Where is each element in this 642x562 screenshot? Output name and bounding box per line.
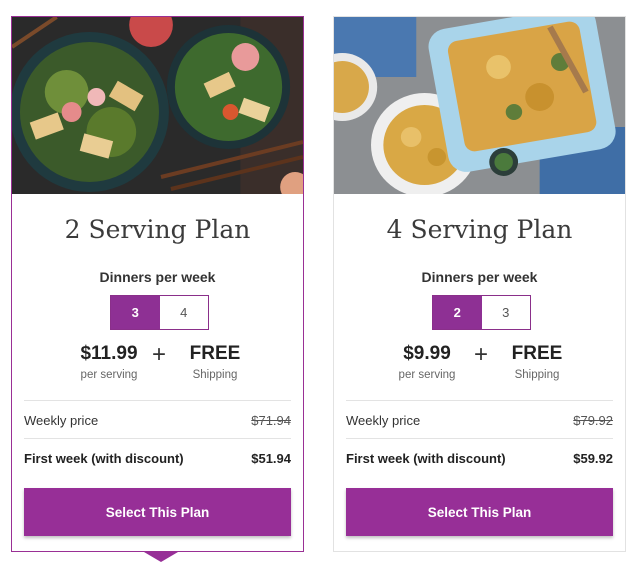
first-week-value: $59.92 bbox=[573, 450, 613, 466]
price-row: $11.99 per serving + FREE Shipping bbox=[12, 341, 303, 383]
selected-pointer-icon bbox=[144, 552, 178, 562]
weekly-price-label: Weekly price bbox=[24, 412, 99, 428]
price-row: $9.99 per serving + FREE Shipping bbox=[334, 341, 625, 383]
price-caption: per serving bbox=[80, 369, 138, 381]
first-week-value: $51.94 bbox=[251, 450, 291, 466]
price-per-serving: $9.99 per serving bbox=[390, 343, 464, 381]
plus-sign: + bbox=[474, 341, 489, 368]
price-per-serving: $11.99 per serving bbox=[68, 343, 150, 381]
dinners-toggle: 3 4 bbox=[110, 295, 209, 330]
price-value: $11.99 bbox=[80, 343, 138, 364]
price-value: $9.99 bbox=[403, 343, 451, 364]
first-week-row: First week (with discount) $59.92 bbox=[346, 438, 613, 477]
shipping-caption: Shipping bbox=[514, 369, 560, 381]
first-week-row: First week (with discount) $51.94 bbox=[24, 438, 291, 477]
plus-sign: + bbox=[152, 341, 167, 368]
dinners-option-2[interactable]: 2 bbox=[433, 296, 482, 329]
shipping-caption: Shipping bbox=[192, 369, 238, 381]
pasta-casserole-photo bbox=[334, 17, 625, 194]
dinners-option-3[interactable]: 3 bbox=[111, 296, 160, 329]
shipping-value: FREE bbox=[511, 343, 563, 364]
shipping-value: FREE bbox=[189, 343, 241, 364]
select-plan-button[interactable]: Select This Plan bbox=[24, 488, 291, 536]
first-week-label: First week (with discount) bbox=[346, 450, 506, 466]
weekly-price-row: Weekly price $79.92 bbox=[346, 400, 613, 439]
dinners-option-4[interactable]: 4 bbox=[159, 296, 208, 329]
dinners-per-week-label: Dinners per week bbox=[99, 269, 216, 285]
dinners-option-3[interactable]: 3 bbox=[481, 296, 530, 329]
dinners-per-week-label: Dinners per week bbox=[421, 269, 538, 285]
weekly-price-value: $71.94 bbox=[251, 412, 291, 428]
plan-card-4-serving[interactable]: 4 Serving Plan Dinners per week 2 3 $9.9… bbox=[333, 16, 626, 552]
dinners-toggle: 2 3 bbox=[432, 295, 531, 330]
plan-card-2-serving[interactable]: 2 Serving Plan Dinners per week 3 4 $11.… bbox=[11, 16, 304, 562]
price-caption: per serving bbox=[398, 369, 456, 381]
weekly-price-label: Weekly price bbox=[346, 412, 421, 428]
plan-title: 4 Serving Plan bbox=[386, 215, 573, 244]
salad-bowls-photo bbox=[12, 17, 303, 194]
weekly-price-value: $79.92 bbox=[573, 412, 613, 428]
plan-title: 2 Serving Plan bbox=[64, 215, 251, 244]
weekly-price-row: Weekly price $71.94 bbox=[24, 400, 291, 439]
shipping-info: FREE Shipping bbox=[182, 343, 248, 381]
shipping-info: FREE Shipping bbox=[504, 343, 570, 381]
first-week-label: First week (with discount) bbox=[24, 450, 184, 466]
select-plan-button[interactable]: Select This Plan bbox=[346, 488, 613, 536]
